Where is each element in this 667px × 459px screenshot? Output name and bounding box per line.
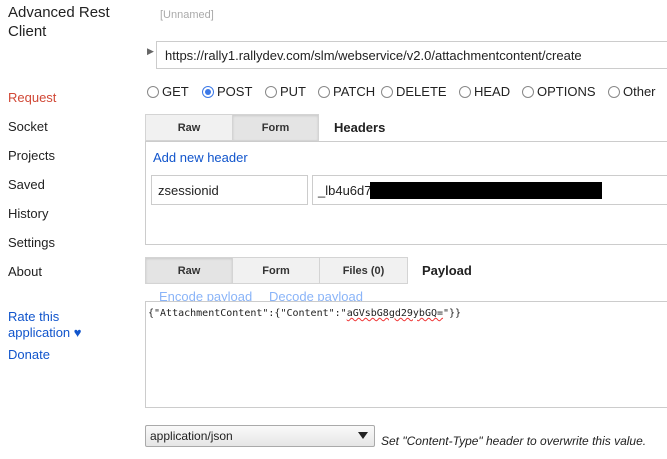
payload-title: Payload bbox=[422, 263, 472, 278]
url-expand-icon[interactable]: ▶ bbox=[147, 46, 154, 57]
method-delete-label: DELETE bbox=[396, 84, 447, 99]
radio-other[interactable] bbox=[608, 85, 620, 98]
sidebar-item-settings[interactable]: Settings bbox=[8, 235, 55, 250]
method-put[interactable]: PUT bbox=[265, 84, 306, 99]
payload-body-suffix: "}} bbox=[443, 308, 462, 319]
rate-line1: Rate this bbox=[8, 309, 60, 324]
rate-application-link[interactable]: Rate this application ♥ bbox=[8, 309, 82, 341]
app-title-line1: Advanced Rest bbox=[8, 4, 110, 21]
redaction-bar bbox=[370, 182, 602, 199]
url-input[interactable]: https://rally1.rallydev.com/slm/webservi… bbox=[156, 41, 667, 69]
sidebar-item-history[interactable]: History bbox=[8, 206, 48, 221]
payload-body-value: aGVsbG8gd29ybGQ= bbox=[346, 308, 444, 319]
payload-tab-files[interactable]: Files (0) bbox=[319, 257, 408, 284]
app-title: Advanced Rest Client bbox=[8, 3, 138, 41]
sidebar-item-request[interactable]: Request bbox=[8, 90, 56, 105]
method-options-label: OPTIONS bbox=[537, 84, 596, 99]
content-type-hint: Set "Content-Type" header to overwrite t… bbox=[381, 434, 647, 448]
donate-link[interactable]: Donate bbox=[8, 347, 50, 363]
request-name[interactable]: [Unnamed] bbox=[160, 9, 214, 21]
radio-delete[interactable] bbox=[381, 85, 393, 98]
method-options[interactable]: OPTIONS bbox=[522, 84, 596, 99]
method-post[interactable]: POST bbox=[202, 84, 252, 99]
payload-body-prefix: {"AttachmentContent":{"Content":" bbox=[148, 308, 347, 319]
radio-get[interactable] bbox=[147, 85, 159, 98]
content-type-value: application/json bbox=[150, 429, 233, 443]
method-other-label: Other bbox=[623, 84, 656, 99]
rate-line2: application ♥ bbox=[8, 325, 82, 340]
method-head-label: HEAD bbox=[474, 84, 511, 99]
method-get[interactable]: GET bbox=[147, 84, 189, 99]
chevron-down-icon bbox=[358, 432, 368, 439]
headers-title: Headers bbox=[334, 120, 386, 135]
app-title-line2: Client bbox=[8, 23, 47, 40]
headers-form-panel: Add new header zsessionid _lb4u6d7 bbox=[145, 141, 667, 245]
request-panel: [Unnamed] ▶ https://rally1.rallydev.com/… bbox=[145, 0, 667, 459]
radio-put[interactable] bbox=[265, 85, 277, 98]
header-name-input[interactable]: zsessionid bbox=[151, 175, 308, 205]
method-get-label: GET bbox=[162, 84, 189, 99]
method-put-label: PUT bbox=[280, 84, 306, 99]
sidebar-item-socket[interactable]: Socket bbox=[8, 119, 48, 134]
sidebar-item-projects[interactable]: Projects bbox=[8, 148, 55, 163]
payload-tab-raw[interactable]: Raw bbox=[145, 257, 233, 284]
radio-patch[interactable] bbox=[318, 85, 330, 98]
radio-options[interactable] bbox=[522, 85, 534, 98]
sidebar-item-saved[interactable]: Saved bbox=[8, 177, 45, 192]
radio-post[interactable] bbox=[202, 85, 214, 98]
sidebar: Advanced Rest Client Request Socket Proj… bbox=[0, 0, 140, 459]
headers-tab-form[interactable]: Form bbox=[232, 114, 319, 141]
payload-editor[interactable]: {"AttachmentContent":{"Content":"aGVsbG8… bbox=[145, 301, 667, 408]
method-post-label: POST bbox=[217, 84, 253, 99]
payload-tab-form[interactable]: Form bbox=[232, 257, 320, 284]
headers-tab-raw[interactable]: Raw bbox=[145, 114, 233, 141]
sidebar-item-about[interactable]: About bbox=[8, 264, 42, 279]
method-head[interactable]: HEAD bbox=[459, 84, 510, 99]
add-header-link[interactable]: Add new header bbox=[153, 150, 248, 165]
header-value-input[interactable]: _lb4u6d7 bbox=[312, 175, 667, 205]
radio-head[interactable] bbox=[459, 85, 471, 98]
method-other[interactable]: Other bbox=[608, 84, 656, 99]
method-patch-label: PATCH bbox=[333, 84, 376, 99]
content-type-select[interactable]: application/json bbox=[145, 425, 375, 447]
method-delete[interactable]: DELETE bbox=[381, 84, 447, 99]
method-patch[interactable]: PATCH bbox=[318, 84, 375, 99]
header-value-text: _lb4u6d7 bbox=[318, 183, 372, 198]
